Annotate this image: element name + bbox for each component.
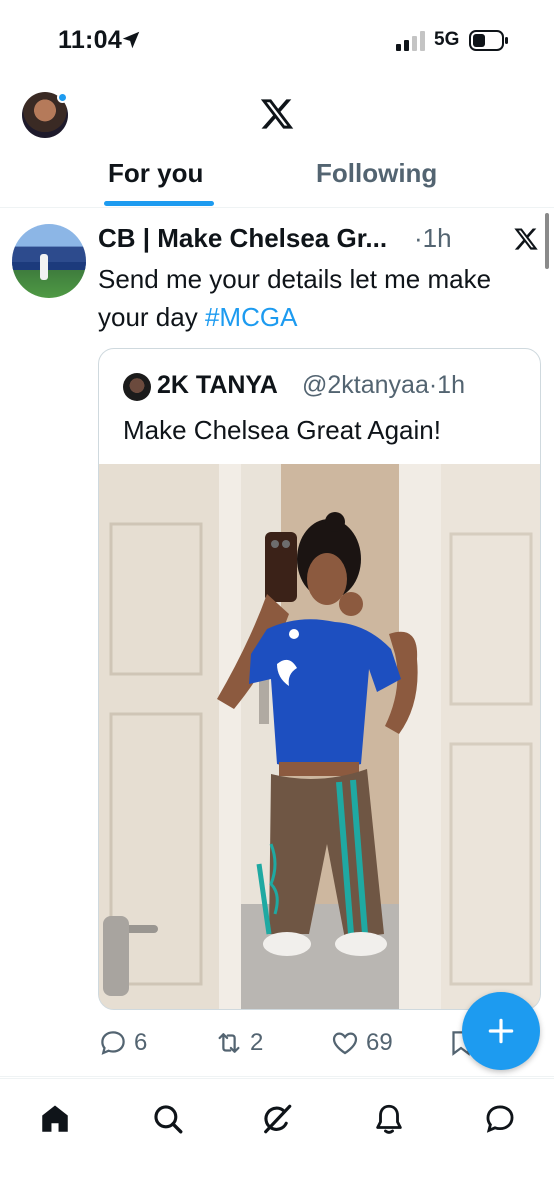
- notifications-icon: [376, 1104, 402, 1134]
- tweet-timestamp: ·1h: [414, 223, 452, 254]
- signal-icon: [396, 31, 425, 51]
- battery-icon: [469, 30, 508, 51]
- heart-icon: [332, 1032, 358, 1055]
- status-bar: 11:04 5G: [0, 0, 554, 80]
- x-logo-icon[interactable]: [513, 226, 539, 252]
- nav-grok[interactable]: [257, 1099, 297, 1139]
- nav-home[interactable]: [35, 1099, 75, 1139]
- tweet-author-name[interactable]: CB | Make Chelsea Gr...: [98, 223, 387, 254]
- plus-icon: [488, 1018, 514, 1044]
- quoted-author-avatar: [123, 373, 151, 401]
- quoted-author-name: 2K TANYA: [157, 371, 278, 399]
- tweet[interactable]: CB | Make Chelsea Gr... ·1h Send me your…: [0, 209, 554, 1077]
- reply-button[interactable]: 6: [98, 1025, 147, 1061]
- quoted-handle: @2ktanyaa·1h: [302, 371, 465, 400]
- search-icon: [154, 1105, 183, 1134]
- tweet-author-avatar[interactable]: [12, 224, 86, 298]
- quoted-separator: ·: [428, 371, 438, 399]
- nav-search[interactable]: [148, 1099, 188, 1139]
- grok-icon: [264, 1104, 292, 1134]
- separator-dot: ·: [414, 223, 423, 253]
- quoted-tweet[interactable]: 2K TANYA @2ktanyaa·1h Make Chelsea Great…: [98, 348, 541, 1010]
- quoted-photo[interactable]: [99, 464, 541, 1010]
- location-arrow-icon: [122, 31, 140, 49]
- network-type: 5G: [434, 29, 460, 50]
- nav-messages[interactable]: [480, 1099, 520, 1139]
- x-logo-icon: [260, 99, 294, 129]
- quoted-text: Make Chelsea Great Again!: [123, 415, 441, 445]
- home-icon: [42, 1105, 68, 1132]
- like-button[interactable]: 69: [330, 1025, 393, 1061]
- header: For you Following: [0, 80, 554, 208]
- retweet-icon: [218, 1033, 240, 1053]
- scrollbar[interactable]: [545, 213, 549, 269]
- notification-dot: [57, 92, 68, 103]
- tweet-author-name-text: CB | Make Chelsea Gr...: [98, 223, 388, 253]
- like-count: 69: [366, 1029, 393, 1056]
- bottom-nav: [0, 1078, 554, 1200]
- messages-icon: [486, 1105, 514, 1133]
- retweet-count: 2: [250, 1029, 264, 1056]
- tweet-text: Send me your details let me make your da…: [98, 260, 528, 336]
- active-tab-indicator: [104, 201, 214, 206]
- compose-button[interactable]: [462, 992, 540, 1070]
- reply-count: 6: [134, 1029, 148, 1056]
- hashtag-link[interactable]: #MCGA: [205, 302, 297, 332]
- tab-following[interactable]: Following: [316, 158, 437, 189]
- quoted-time: 1h: [437, 371, 465, 399]
- nav-notifications[interactable]: [369, 1099, 409, 1139]
- retweet-button[interactable]: 2: [214, 1025, 263, 1061]
- reply-icon: [101, 1031, 125, 1055]
- tweet-time-text: 1h: [422, 223, 452, 253]
- quoted-handle-text: @2ktanyaa: [302, 371, 429, 399]
- status-time: 11:04: [58, 26, 123, 54]
- tab-for-you[interactable]: For you: [108, 158, 203, 189]
